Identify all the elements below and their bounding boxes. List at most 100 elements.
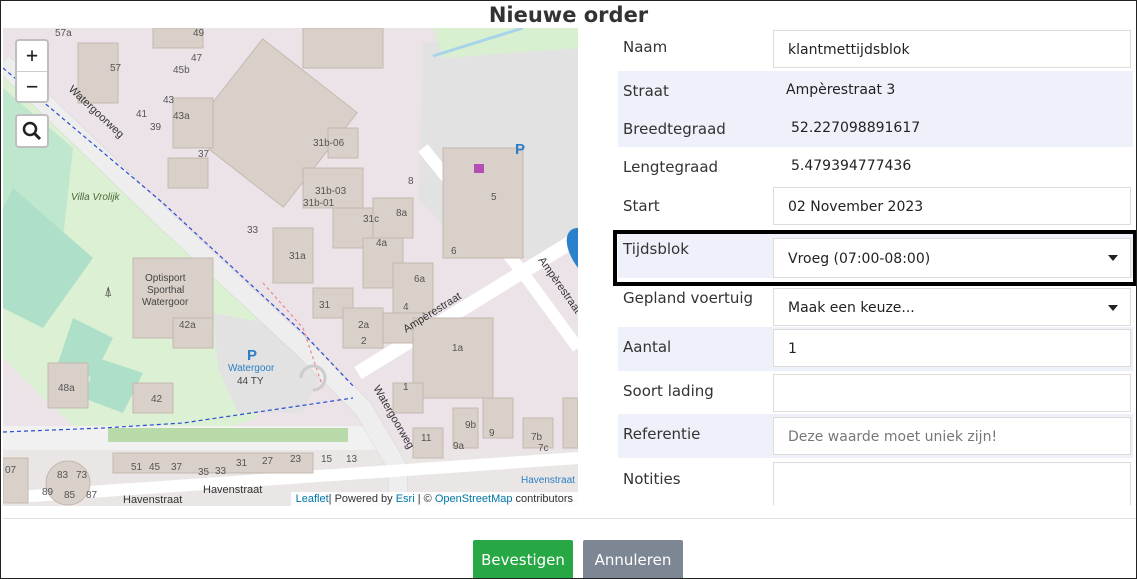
map-house-number: 57a — [55, 28, 72, 39]
map-house-number: 57 — [110, 63, 122, 74]
map-street-label: Havenstraat — [123, 494, 182, 506]
cancel-button[interactable]: Annuleren — [583, 540, 683, 578]
map-house-number: 8a — [396, 208, 408, 219]
form-row-soort-lading: Soort lading — [618, 371, 1133, 414]
referentie-input[interactable]: Deze waarde moet uniek zijn! — [773, 417, 1131, 455]
map-house-number: 51 — [131, 462, 143, 473]
map-house-number: 49 — [193, 28, 205, 39]
start-date-input[interactable]: 02 November 2023 — [773, 187, 1131, 225]
svg-text:⍋: ⍋ — [104, 284, 112, 300]
lengtegraad-value: 5.479394777436 — [791, 158, 912, 174]
attribution-text: | © — [414, 493, 435, 505]
leaflet-link[interactable]: Leaflet — [296, 493, 329, 505]
voertuig-select[interactable]: Maak een keuze... — [773, 288, 1131, 326]
map-place-label: Watergoor — [228, 363, 275, 374]
naam-input[interactable]: klantmettijdsblok — [773, 30, 1131, 68]
form-row-voertuig: Gepland voertuig Maak een keuze... — [618, 281, 1133, 329]
field-label: Soort lading — [623, 382, 714, 400]
form-row-naam: Naam klantmettijdsblok — [618, 28, 1133, 70]
aantal-input[interactable]: 1 — [773, 329, 1131, 367]
attribution-text: | Powered by — [328, 493, 396, 505]
map-search-button[interactable] — [15, 114, 49, 148]
form-row-lengtegraad: Lengtegraad 5.479394777436 — [618, 147, 1133, 185]
field-label: Gepland voertuig — [623, 289, 754, 307]
map-house-number: 31b-01 — [303, 198, 335, 209]
breedtegraad-value: 52.227098891617 — [791, 120, 921, 136]
field-label: Referentie — [623, 425, 701, 443]
zoom-in-button[interactable]: + — [17, 41, 47, 72]
map-house-number: 83 — [57, 470, 69, 481]
zoom-control: + − — [15, 39, 49, 103]
voertuig-selected-value: Maak een keuze... — [788, 300, 915, 316]
map-house-number: 73 — [76, 470, 88, 481]
tijdsblok-highlight-box — [613, 230, 1136, 286]
map-house-number: 42 — [151, 394, 163, 405]
esri-link[interactable]: Esri — [396, 493, 415, 505]
soort-lading-input[interactable] — [773, 374, 1131, 412]
map-house-number: 42a — [179, 320, 196, 331]
map-place-label: 44 TY — [237, 376, 264, 387]
map-place-label: Optisport — [145, 273, 186, 284]
form-row-address: Straat Ampèrestraat 3 Breedtegraad 52.22… — [618, 71, 1133, 147]
map-house-number: 31 — [319, 300, 331, 311]
map[interactable]: Watergoorweg Watergoorweg Ampèrestraat A… — [3, 28, 578, 506]
map-place-label: Villa Vrolijk — [71, 192, 121, 203]
map-house-number: 8 — [408, 176, 414, 187]
map-house-number: 43a — [173, 111, 190, 122]
map-house-number: 33 — [215, 466, 227, 477]
map-house-number: 23 — [290, 454, 302, 465]
map-house-number: 1 — [403, 382, 409, 393]
map-house-number: 07 — [5, 465, 17, 476]
modal-title: Nieuwe order — [488, 3, 649, 27]
map-house-number: 2a — [358, 320, 370, 331]
chevron-down-icon — [1108, 305, 1118, 311]
map-place-label: Havenstraat — [521, 475, 575, 486]
map-house-number: 37 — [198, 149, 210, 160]
zoom-out-button[interactable]: − — [17, 72, 47, 102]
field-label: Naam — [623, 38, 668, 56]
notities-textarea[interactable] — [773, 462, 1131, 505]
field-label: Lengtegraad — [623, 158, 719, 176]
order-modal: Nieuwe order Watergoorweg Watergoorweg A… — [0, 0, 1137, 579]
map-place-label: Sporthal — [147, 285, 184, 296]
map-house-number: 7b — [531, 432, 543, 443]
map-house-number: 6 — [451, 246, 457, 257]
osm-link[interactable]: OpenStreetMap — [435, 493, 513, 505]
map-house-number: 15 — [321, 454, 333, 465]
map-house-number: 9a — [453, 441, 465, 452]
field-label: Start — [623, 197, 660, 215]
map-house-number: 85 — [64, 490, 76, 501]
map-house-number: 9 — [489, 428, 495, 439]
confirm-button[interactable]: Bevestigen — [473, 540, 573, 578]
field-label: Notities — [623, 470, 681, 488]
map-house-number: 31b-06 — [313, 138, 345, 149]
map-house-number: 6a — [414, 274, 426, 285]
form-row-aantal: Aantal 1 — [618, 327, 1133, 371]
form-row-referentie: Referentie Deze waarde moet uniek zijn! — [618, 414, 1133, 458]
map-house-number: 7c — [538, 443, 549, 454]
map-house-number: 35 — [198, 467, 210, 478]
map-street-label: Havenstraat — [203, 484, 262, 496]
attribution-text: contributors — [512, 493, 573, 505]
map-house-number: 43 — [163, 95, 175, 106]
map-house-number: 11 — [421, 433, 432, 444]
map-tiles: Watergoorweg Watergoorweg Ampèrestraat A… — [3, 28, 578, 506]
map-house-number: 13 — [346, 454, 358, 465]
map-house-number: 31a — [289, 251, 306, 262]
map-house-number: 48a — [58, 383, 75, 394]
map-place-label: Watergoor — [142, 297, 189, 308]
svg-text:P: P — [247, 347, 257, 364]
map-house-number: 39 — [150, 122, 162, 133]
field-label: Aantal — [623, 338, 672, 356]
map-attribution: Leaflet| Powered by Esri | © OpenStreetM… — [290, 492, 578, 506]
map-house-number: 4a — [376, 238, 388, 249]
map-house-number: 31c — [363, 214, 379, 225]
map-house-number: 27 — [262, 456, 274, 467]
map-house-number: 45b — [173, 65, 190, 76]
map-house-number: 9b — [465, 420, 477, 431]
svg-text:P: P — [515, 141, 525, 158]
map-house-number: 33 — [247, 225, 259, 236]
map-house-number: 41 — [136, 109, 148, 120]
form-row-notities: Notities — [618, 458, 1133, 505]
map-house-number: 89 — [42, 487, 54, 498]
